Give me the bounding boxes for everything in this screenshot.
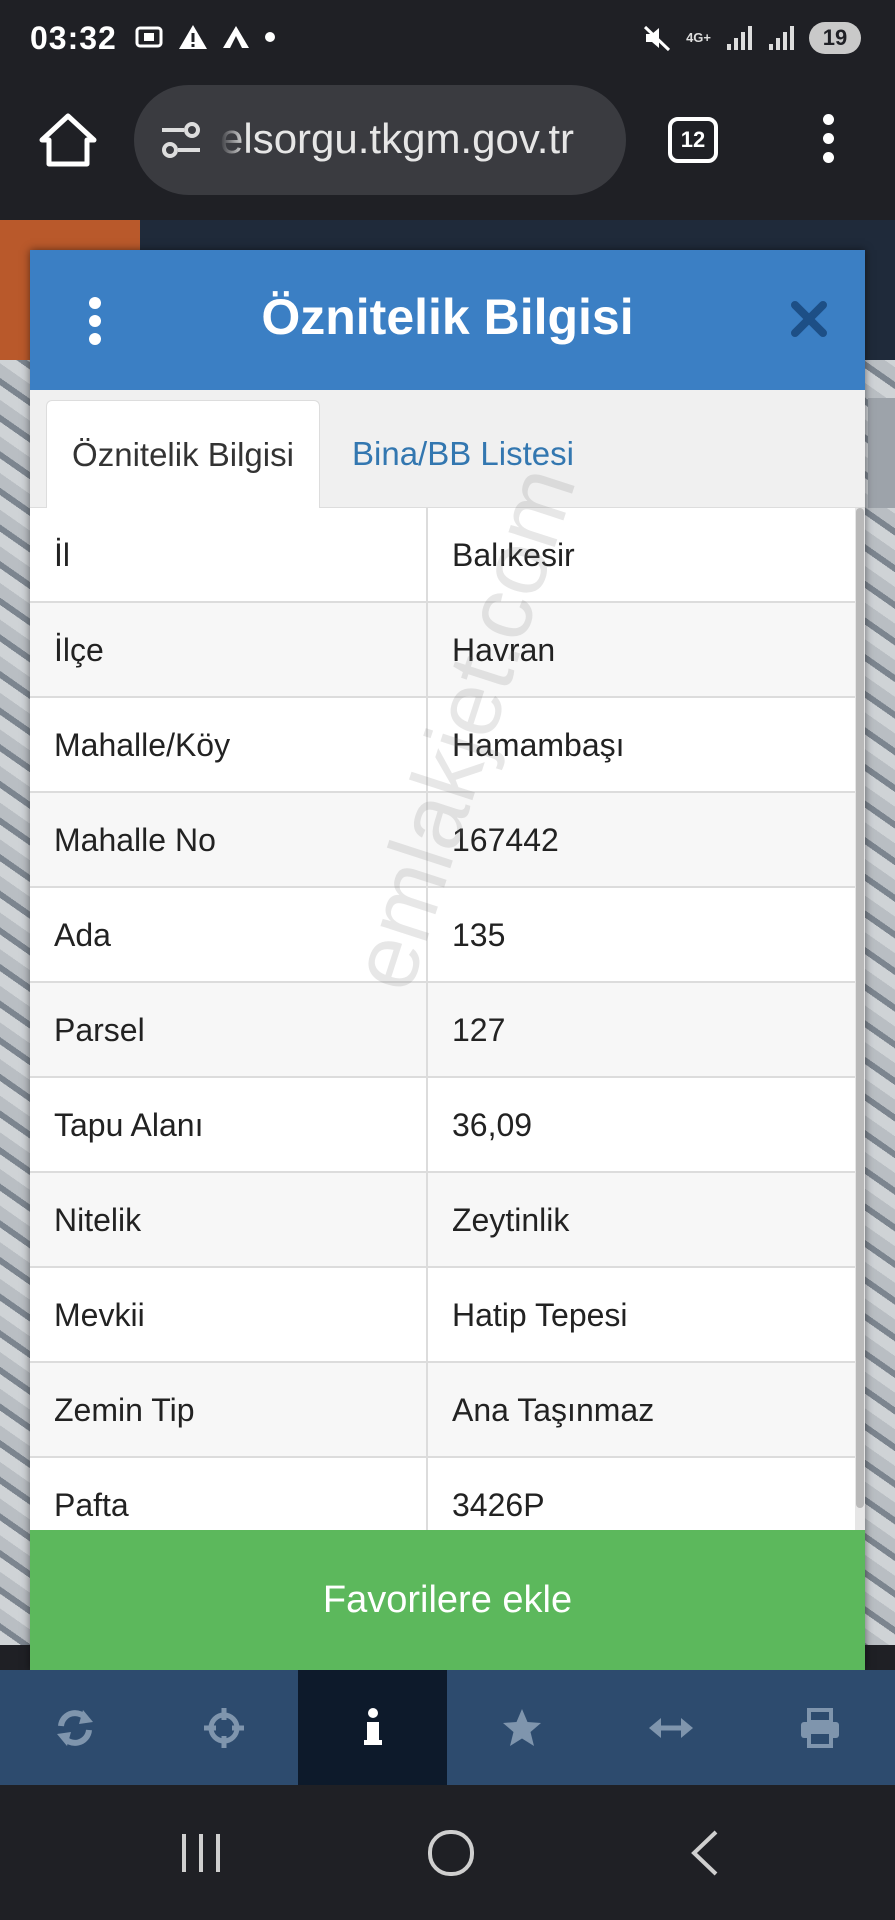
app-notification-icon: [223, 26, 249, 48]
tab-switcher-button[interactable]: 12: [668, 117, 718, 163]
favorites-button[interactable]: [447, 1670, 596, 1785]
dialog-title: Öznitelik Bilgisi: [261, 289, 634, 345]
row-label: Mevkii: [54, 1297, 145, 1333]
row-label: Pafta: [54, 1487, 129, 1523]
dialog-header: Öznitelik Bilgisi: [30, 250, 865, 390]
print-button[interactable]: [745, 1670, 894, 1785]
tab-attribute-info[interactable]: Öznitelik Bilgisi: [46, 400, 320, 508]
tab-building-list[interactable]: Bina/BB Listesi: [352, 400, 574, 508]
table-row: Mahalle/Köy Hamambaşı: [30, 698, 855, 793]
dot-icon: [265, 32, 275, 42]
system-status-icons: 4G+ 19: [642, 22, 861, 54]
add-to-favorites-button[interactable]: Favorilere ekle: [30, 1530, 865, 1670]
row-label: İl: [54, 537, 70, 573]
row-value: Zeytinlik: [452, 1202, 570, 1238]
screenshot-icon: [135, 26, 163, 48]
back-icon[interactable]: [686, 1828, 722, 1878]
row-value: Ana Taşınmaz: [452, 1392, 655, 1428]
row-value: Havran: [452, 632, 556, 668]
row-label: İlçe: [54, 632, 104, 668]
attribute-info-dialog: Öznitelik Bilgisi Öznitelik Bilgisi Bina…: [30, 250, 865, 1670]
attribute-table[interactable]: İl Balıkesir İlçe Havran Mahalle/Köy Ham…: [30, 508, 865, 1530]
address-bar[interactable]: elsorgu.tkgm.gov.tr: [134, 85, 626, 195]
recent-apps-icon[interactable]: [178, 1830, 224, 1876]
signal-icon-2: [769, 26, 794, 50]
url-text: elsorgu.tkgm.gov.tr: [220, 115, 575, 162]
print-icon: [800, 1707, 839, 1748]
info-button[interactable]: [298, 1670, 447, 1785]
measure-icon: [648, 1717, 693, 1738]
locate-button[interactable]: [149, 1670, 298, 1785]
url-fade: [220, 107, 246, 173]
table-row: Ada 135: [30, 888, 855, 983]
table-row: İlçe Havran: [30, 603, 855, 698]
table-row: Zemin Tip Ana Taşınmaz: [30, 1363, 855, 1458]
row-value: 3426P: [452, 1487, 545, 1523]
app-toolbar: [0, 1670, 895, 1785]
row-value: Balıkesir: [452, 537, 575, 573]
mute-icon: [644, 25, 671, 52]
table-scroll-thumb[interactable]: [856, 508, 864, 1508]
row-value: Hamambaşı: [452, 727, 625, 763]
dialog-tabs: Öznitelik Bilgisi Bina/BB Listesi: [30, 390, 865, 508]
row-value: 167442: [452, 822, 559, 858]
row-value: 135: [452, 917, 506, 953]
home-nav-icon[interactable]: [426, 1828, 476, 1878]
browser-toolbar: elsorgu.tkgm.gov.tr 12: [0, 80, 895, 220]
table-row: Mahalle No 167442: [30, 793, 855, 888]
refresh-icon: [56, 1709, 93, 1746]
signal-icon: [727, 26, 752, 50]
battery-indicator: 19: [809, 22, 861, 54]
table-row: İl Balıkesir: [30, 508, 855, 603]
close-icon[interactable]: [790, 300, 828, 338]
star-icon: [502, 1708, 541, 1746]
row-value: 127: [452, 1012, 506, 1048]
measure-button[interactable]: [596, 1670, 745, 1785]
browser-menu-button[interactable]: [816, 114, 840, 170]
table-row: Tapu Alanı 36,09: [30, 1078, 855, 1173]
row-label: Mahalle/Köy: [54, 727, 231, 763]
warning-icon: [179, 25, 207, 49]
row-label: Ada: [54, 917, 111, 953]
table-row: Parsel 127: [30, 983, 855, 1078]
notification-icons: [134, 22, 276, 52]
status-bar: 03:32 4G+ 19: [0, 0, 895, 80]
table-row: Nitelik Zeytinlik: [30, 1173, 855, 1268]
row-label: Parsel: [54, 1012, 145, 1048]
site-settings-icon[interactable]: [158, 120, 204, 160]
row-label: Tapu Alanı: [54, 1107, 204, 1143]
crosshair-icon: [203, 1707, 244, 1748]
row-label: Zemin Tip: [54, 1392, 195, 1428]
table-row: Pafta 3426P: [30, 1458, 855, 1530]
table-row: Mevkii Hatip Tepesi: [30, 1268, 855, 1363]
refresh-button[interactable]: [0, 1670, 149, 1785]
map-scrollbar[interactable]: [868, 398, 895, 508]
row-value: Hatip Tepesi: [452, 1297, 628, 1333]
row-label: Nitelik: [54, 1202, 142, 1238]
home-icon[interactable]: [38, 110, 98, 170]
system-navigation-bar: [0, 1785, 895, 1920]
row-label: Mahalle No: [54, 822, 216, 858]
row-value: 36,09: [452, 1107, 533, 1143]
info-icon: [363, 1707, 382, 1745]
network-type: 4G+: [686, 30, 711, 45]
status-time: 03:32: [30, 20, 117, 56]
